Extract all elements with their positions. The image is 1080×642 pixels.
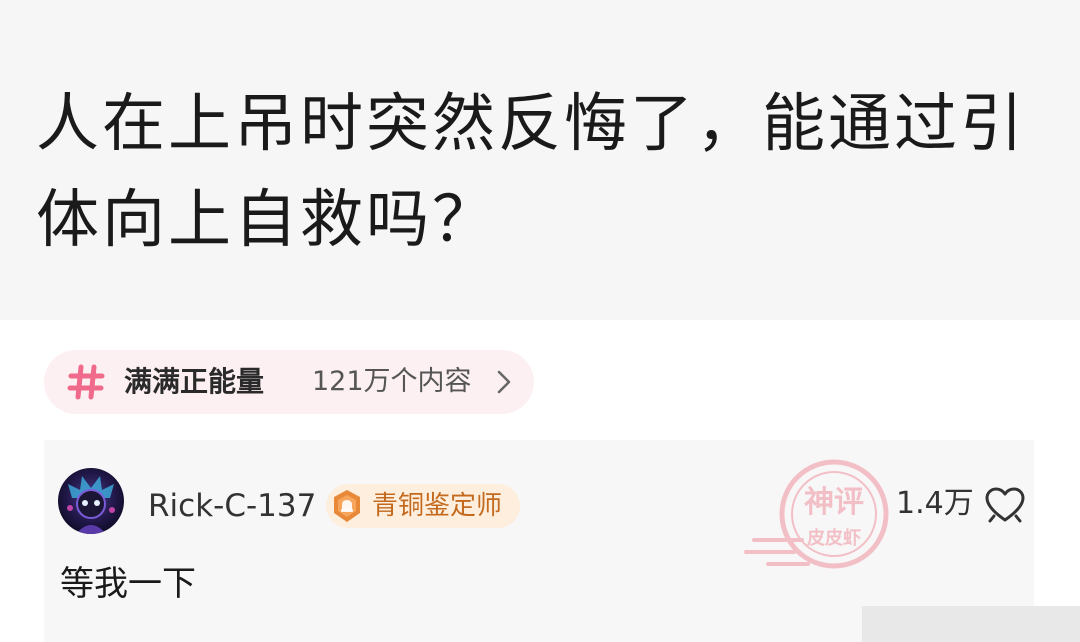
stamp-text-bottom: 皮皮虾: [807, 527, 861, 548]
topic-name: 满满正能量: [124, 365, 265, 398]
like-count: 1.4万: [896, 486, 974, 521]
bronze-medal-icon: [334, 490, 360, 522]
hashtag-icon: [67, 364, 105, 400]
chevron-right-icon: [497, 370, 511, 394]
username[interactable]: Rick-C-137: [148, 486, 316, 526]
heart-outline-icon[interactable]: [984, 486, 1026, 524]
comment-text[interactable]: 等我一下: [60, 560, 196, 608]
stamp-text-top: 神评: [804, 486, 864, 519]
post-title[interactable]: 人在上吊时突然反悔了，能通过引体向上自救吗？: [36, 76, 1046, 268]
screenshot-page: 人在上吊时突然反悔了，能通过引体向上自救吗？ 满满正能量 121万个内容 Ric…: [0, 0, 1080, 642]
badge-label: 青铜鉴定师: [372, 491, 503, 521]
user-avatar[interactable]: [58, 468, 124, 534]
topic-content-count: 121万个内容: [312, 366, 472, 397]
user-level-badge[interactable]: 青铜鉴定师: [326, 484, 520, 528]
bottom-overlay-bar: [862, 606, 1080, 642]
topic-tag[interactable]: 满满正能量 121万个内容: [44, 350, 534, 414]
post-title-area: 人在上吊时突然反悔了，能通过引体向上自救吗？: [0, 0, 1080, 320]
hot-comment-stamp: 神评 皮皮虾: [744, 459, 889, 569]
